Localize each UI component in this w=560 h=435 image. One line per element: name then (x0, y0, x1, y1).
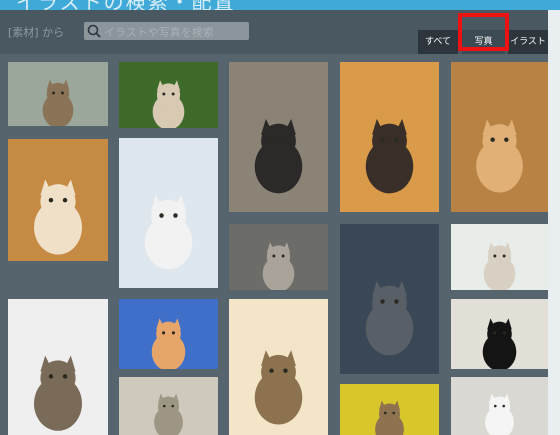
cat-photo-thumbnail (119, 377, 218, 435)
photo-tabby-white-door[interactable] (8, 299, 108, 435)
cat-photo-thumbnail (8, 62, 108, 126)
cat-photo-thumbnail (119, 138, 218, 288)
breadcrumb: [素材] から (8, 26, 65, 39)
title-bar: イラストの検索・配置 (0, 0, 560, 10)
photo-cat-yellow-background[interactable] (340, 384, 439, 435)
photo-grid (0, 54, 560, 435)
cat-photo-thumbnail (340, 224, 439, 374)
photo-cat-under-bench[interactable] (451, 224, 548, 290)
cat-photo-thumbnail (119, 299, 218, 369)
highlight-box (458, 13, 509, 51)
cat-photo-thumbnail (119, 62, 218, 128)
cat-photo-thumbnail (451, 62, 548, 212)
search-input[interactable]: イラストや写真を検索 (84, 22, 249, 40)
photo-tabby-cat-face[interactable] (229, 224, 328, 290)
window-title: イラストの検索・配置 (16, 0, 236, 10)
photo-two-tabby-cats[interactable] (8, 62, 108, 126)
cat-photo-thumbnail (229, 224, 328, 290)
photo-cat-on-white-stairs[interactable] (119, 138, 218, 288)
cat-photo-thumbnail (8, 299, 108, 435)
photo-cat-under-stairs[interactable] (229, 62, 328, 212)
search-icon (87, 24, 101, 38)
cat-photo-thumbnail (451, 224, 548, 290)
filter-illustration-button[interactable]: イラスト (508, 30, 548, 54)
photo-cat-on-steps[interactable] (119, 377, 218, 435)
right-scroll-area[interactable] (548, 10, 560, 435)
photo-sunlit-tabby-portrait[interactable] (229, 299, 328, 435)
search-placeholder: イラストや写真を検索 (104, 26, 214, 39)
cat-photo-thumbnail (8, 139, 108, 261)
photo-cat-drinking-from-glass[interactable] (340, 224, 439, 374)
photo-ginger-cat-walking[interactable] (451, 62, 548, 212)
photo-fluffy-persian-cat[interactable] (340, 62, 439, 212)
cat-photo-thumbnail (451, 299, 548, 369)
cat-photo-thumbnail (340, 62, 439, 212)
cat-photo-thumbnail (229, 299, 328, 435)
photo-siamese-cat-in-garden[interactable] (119, 62, 218, 128)
photo-orange-white-cat-sitting[interactable] (8, 139, 108, 261)
photo-white-cat-corner[interactable] (451, 377, 548, 435)
filter-all-button[interactable]: すべて (418, 30, 458, 54)
photo-cat-in-blue-window[interactable] (119, 299, 218, 369)
cat-photo-thumbnail (340, 384, 439, 435)
photo-black-cat-on-tiles[interactable] (451, 299, 548, 369)
cat-photo-thumbnail (229, 62, 328, 212)
cat-photo-thumbnail (451, 377, 548, 435)
